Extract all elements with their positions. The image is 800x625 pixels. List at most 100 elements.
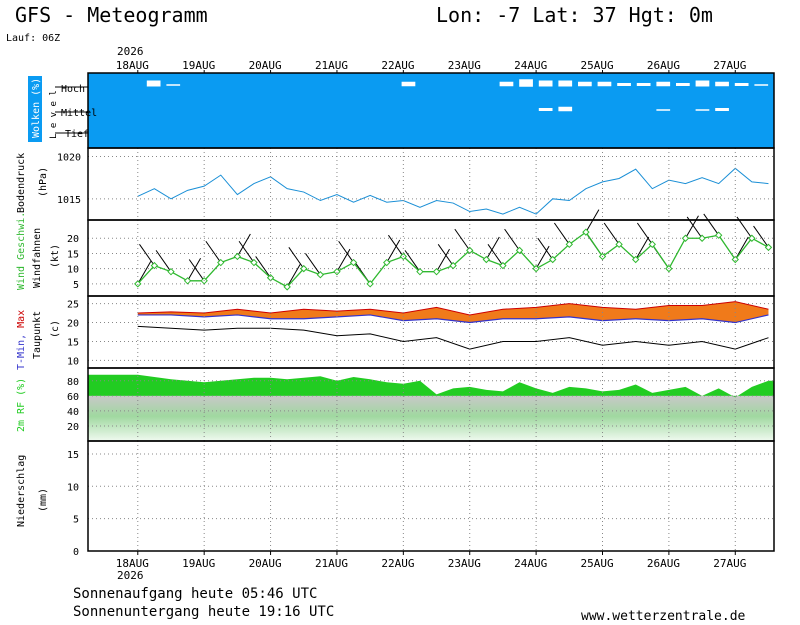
meteogram-chart: HochMittelTiefL e v e lWolken (%)1015102… [16, 59, 775, 570]
wind-point [233, 252, 242, 261]
day-label-top: 23AUG [448, 59, 481, 72]
wind-point [167, 267, 175, 276]
day-label-bottom: 26AUG [647, 557, 680, 570]
wind-point [764, 243, 773, 252]
wind-point [482, 255, 491, 264]
wind-point [681, 234, 690, 242]
panel-frame [87, 219, 775, 297]
rh-tick-label: 60 [67, 392, 79, 403]
wind-barb [585, 209, 600, 233]
wind-speed-line [137, 231, 769, 288]
rh-axis-label: 2m RF (%) [16, 378, 27, 432]
wind-barb [635, 236, 650, 260]
wind-point [698, 234, 706, 242]
day-label-bottom: 27AUG [713, 557, 746, 570]
wind-barb [485, 236, 500, 260]
wind-barb [703, 213, 720, 236]
wind-barb-axis-label: Windfahnen [32, 228, 43, 288]
day-label-bottom: 18AUG [116, 557, 149, 570]
wind-barb [139, 244, 155, 266]
wind-point [316, 271, 325, 279]
day-label-top: 18AUG [116, 59, 149, 72]
precip-tick-label: 0 [73, 547, 79, 558]
temp-unit-label: (c) [50, 320, 61, 338]
precip-tick-label: 15 [67, 450, 79, 461]
level-axis-label: L e v e l [49, 90, 59, 139]
level-label-mittel: Mittel [61, 108, 97, 119]
level-label-hoch: Hoch [61, 84, 85, 95]
wind-unit-label: (kt) [50, 244, 61, 268]
cloud-gap [715, 81, 729, 87]
cloud-gap [617, 83, 631, 86]
wind-barb [205, 240, 222, 263]
cloud-gap [578, 81, 592, 87]
cloud-axis-label: Wolken (%) [31, 78, 42, 138]
cloud-gap [538, 80, 553, 87]
precip-axis-label: Niederschlag [16, 455, 27, 527]
wind-barb [288, 247, 305, 269]
wind-axis-label: Wind Geschwi. [16, 212, 27, 290]
pressure-unit-label: (hPa) [38, 167, 49, 197]
wind-point [183, 277, 192, 285]
wind-barb [553, 222, 570, 245]
cloud-gap [597, 81, 612, 87]
sunset-text: Sonnenuntergang heute 19:16 UTC [73, 604, 335, 620]
cloud-gap [166, 84, 181, 86]
rh-tick-label: 20 [67, 422, 79, 433]
wind-tick-label: 10 [67, 265, 79, 276]
cloud-gap [519, 79, 533, 87]
cloud-gap [734, 83, 749, 86]
rh-area [88, 374, 774, 398]
panel-frame [87, 440, 775, 552]
cloud-gap [695, 80, 710, 87]
wind-barb [537, 237, 554, 260]
wind-barb [753, 225, 769, 248]
day-label-bottom: 23AUG [448, 557, 481, 570]
day-label-top: 25AUG [581, 59, 614, 72]
cloud-gap [401, 81, 416, 87]
day-label-top: 26AUG [647, 59, 680, 72]
rh-tick-label: 80 [67, 377, 79, 388]
day-label-top: 20AUG [249, 59, 282, 72]
day-label-top: 19AUG [182, 59, 215, 72]
precip-tick-label: 5 [73, 515, 79, 526]
temp-tick-label: 25 [67, 300, 79, 311]
cloud-gap [695, 109, 710, 111]
pressure-axis-label: Bodendruck [16, 153, 27, 213]
wind-barb [454, 228, 471, 251]
dewpoint-axis-label: Taupunkt [32, 311, 43, 359]
pressure-line [137, 167, 769, 215]
wind-point [432, 267, 441, 276]
day-label-bottom: 25AUG [581, 557, 614, 570]
temp-tick-label: 10 [67, 356, 79, 367]
wind-point [333, 267, 341, 276]
wind-tick-label: 5 [73, 280, 79, 291]
wind-tick-label: 15 [67, 249, 79, 260]
wind-barb [636, 222, 653, 245]
day-label-bottom: 19AUG [182, 557, 215, 570]
wind-barb [504, 228, 520, 251]
panel-frame [87, 147, 775, 221]
cloud-gap [558, 80, 573, 87]
temp-range-band [137, 301, 769, 323]
temp-tick-label: 20 [67, 319, 79, 330]
sunrise-text: Sonnenaufgang heute 05:46 UTC [73, 586, 318, 602]
cloud-gap [499, 81, 514, 87]
wind-barb [685, 215, 699, 239]
wind-tick-label: 20 [67, 234, 79, 245]
temp-axis-label: T-Min, Max [16, 310, 27, 370]
wind-barb [338, 240, 354, 263]
cloud-gap [538, 108, 553, 111]
precip-tick-label: 10 [67, 482, 79, 493]
day-label-top: 21AUG [315, 59, 348, 72]
wind-barb [388, 234, 404, 257]
wind-barb [437, 244, 454, 266]
cloud-gap [715, 108, 729, 111]
rh-background [88, 395, 774, 441]
wind-barb [188, 259, 205, 282]
source-link[interactable]: www.wetterzentrale.de [581, 609, 745, 624]
wind-barb [255, 256, 271, 279]
day-label-top: 22AUG [381, 59, 414, 72]
day-label-bottom: 20AUG [249, 557, 282, 570]
day-label-bottom: 22AUG [381, 557, 414, 570]
